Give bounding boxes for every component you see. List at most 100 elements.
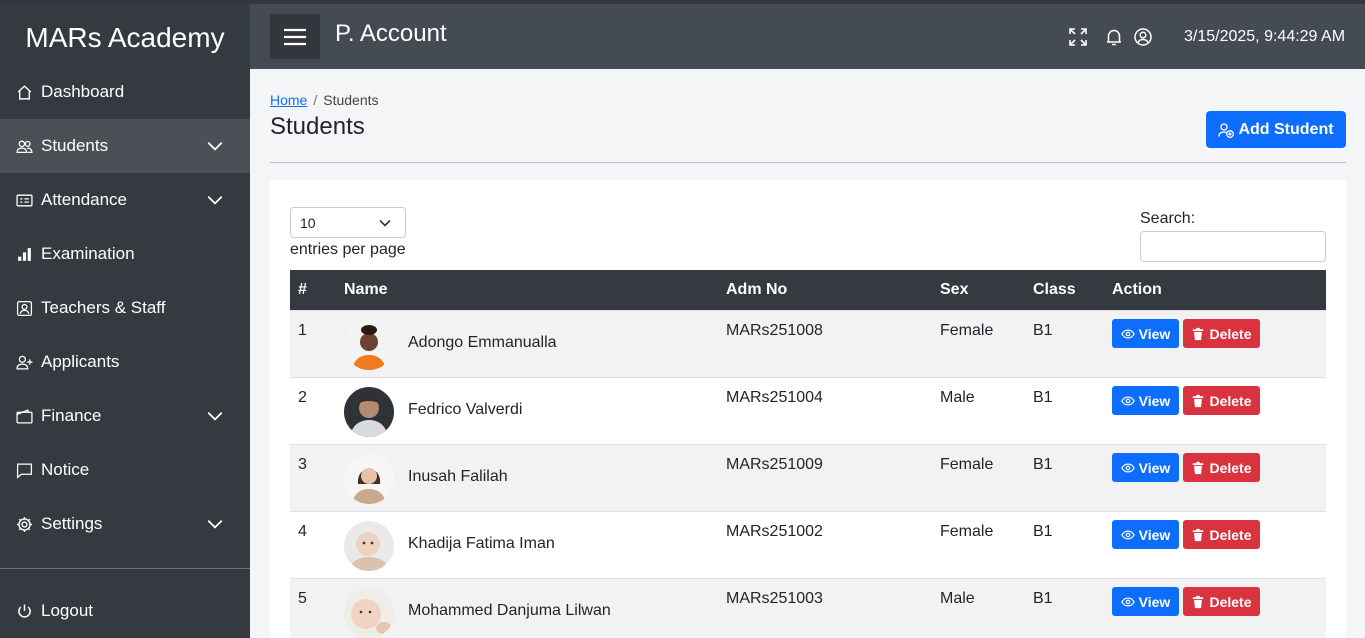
delete-button[interactable]: Delete <box>1183 520 1260 549</box>
sidebar-item-dashboard[interactable]: Dashboard <box>0 65 250 119</box>
admission-number: MARs251003 <box>726 590 823 607</box>
chevron-down-icon <box>207 411 223 421</box>
sidebar-item-label: Finance <box>41 406 102 425</box>
sidebar-item-label: Attendance <box>41 190 128 209</box>
chevron-down-icon <box>207 195 223 205</box>
sidebar-item-applicants[interactable]: Applicants <box>0 335 250 389</box>
hamburger-icon <box>284 28 306 45</box>
eye-icon <box>1120 395 1135 406</box>
row-number: 2 <box>298 389 307 406</box>
trash-icon <box>1193 595 1204 608</box>
student-name: Mohammed Danjuma Lilwan <box>408 602 611 619</box>
sidebar-item-examination[interactable]: Examination <box>0 227 250 281</box>
delete-label: Delete <box>1209 459 1252 476</box>
row-number: 4 <box>298 523 307 540</box>
sidebar-item-notice[interactable]: Notice <box>0 443 250 497</box>
add-student-label: Add Student <box>1238 120 1334 138</box>
sidebar-item-teachers-staff[interactable]: Teachers & Staff <box>0 281 250 335</box>
student-class: B1 <box>1033 523 1053 540</box>
users-icon <box>14 136 34 156</box>
view-button[interactable]: View <box>1112 587 1179 616</box>
student-avatar <box>344 454 394 504</box>
fullscreen-icon[interactable] <box>1068 27 1088 47</box>
logout-button[interactable]: Logout <box>0 584 250 638</box>
delete-label: Delete <box>1209 325 1252 342</box>
column-header-class: Class <box>1033 281 1076 298</box>
student-name: Fedrico Valverdi <box>408 401 523 418</box>
view-button[interactable]: View <box>1112 319 1179 348</box>
menu-toggle-button[interactable] <box>270 14 320 59</box>
delete-button[interactable]: Delete <box>1183 587 1260 616</box>
entries-per-page-select[interactable]: 10 <box>290 207 406 238</box>
delete-label: Delete <box>1209 593 1252 610</box>
delete-button[interactable]: Delete <box>1183 386 1260 415</box>
person-badge-icon <box>14 298 34 318</box>
sidebar-item-label: Notice <box>41 460 90 479</box>
eye-icon <box>1120 596 1135 607</box>
sidebar-item-label: Students <box>41 136 109 155</box>
entries-label: entries per page <box>290 241 406 258</box>
breadcrumb-current: Students <box>323 92 379 108</box>
sidebar-item-attendance[interactable]: Attendance <box>0 173 250 227</box>
trash-icon <box>1193 461 1204 474</box>
breadcrumb-home-link[interactable]: Home <box>270 92 307 108</box>
row-number: 1 <box>298 322 307 339</box>
student-class: B1 <box>1033 456 1053 473</box>
sidebar-item-finance[interactable]: Finance <box>0 389 250 443</box>
table-row: 3 Inusah Falilah MARs251009 Female B1 Vi… <box>290 444 1326 511</box>
add-student-button[interactable]: Add Student <box>1206 111 1346 148</box>
student-sex: Male <box>940 389 975 406</box>
student-avatar <box>344 387 394 437</box>
chevron-down-icon <box>207 141 223 151</box>
bell-icon[interactable] <box>1104 27 1124 47</box>
person-add-icon <box>1218 122 1235 138</box>
view-label: View <box>1138 459 1171 476</box>
delete-button[interactable]: Delete <box>1183 319 1260 348</box>
view-button[interactable]: View <box>1112 520 1179 549</box>
column-header-sex: Sex <box>940 281 969 298</box>
header-title: P. Account <box>335 20 447 47</box>
students-table: # Name Adm No Sex Class Action 1 Adongo … <box>290 270 1326 638</box>
student-name: Inusah Falilah <box>408 468 508 485</box>
view-label: View <box>1138 325 1171 342</box>
admission-number: MARs251008 <box>726 322 823 339</box>
eye-icon <box>1120 462 1135 473</box>
user-circle-icon[interactable] <box>1133 27 1153 47</box>
entries-value: 10 <box>300 215 316 231</box>
admission-number: MARs251002 <box>726 523 823 540</box>
column-header-name: Name <box>344 281 388 298</box>
eye-icon <box>1120 529 1135 540</box>
student-avatar <box>344 320 394 370</box>
sidebar-item-settings[interactable]: Settings <box>0 497 250 551</box>
breadcrumb: Home / Students <box>270 92 379 108</box>
trash-icon <box>1193 528 1204 541</box>
chevron-down-icon <box>379 219 391 227</box>
view-label: View <box>1138 593 1171 610</box>
table-header: # Name Adm No Sex Class Action <box>290 270 1326 310</box>
table-row: 2 Fedrico Valverdi MARs251004 Male B1 Vi… <box>290 377 1326 444</box>
admission-number: MARs251009 <box>726 456 823 473</box>
student-class: B1 <box>1033 322 1053 339</box>
chat-icon <box>14 460 34 480</box>
search-input[interactable] <box>1140 231 1326 262</box>
column-header-adm-no: Adm No <box>726 281 788 298</box>
view-button[interactable]: View <box>1112 453 1179 482</box>
logout-label: Logout <box>41 601 93 620</box>
student-sex: Female <box>940 523 994 540</box>
table-row: 1 Adongo Emmanualla MARs251008 Female B1… <box>290 310 1326 377</box>
student-sex: Female <box>940 322 994 339</box>
admission-number: MARs251004 <box>726 389 823 406</box>
brand-title: MARs Academy <box>25 22 225 53</box>
power-icon <box>14 601 34 621</box>
id-card-icon <box>14 190 34 210</box>
column-header-action: Action <box>1112 281 1162 298</box>
view-button[interactable]: View <box>1112 386 1179 415</box>
title-divider <box>270 162 1346 163</box>
student-class: B1 <box>1033 590 1053 607</box>
wallet-icon <box>14 406 34 426</box>
student-avatar <box>344 521 394 571</box>
sidebar-item-students[interactable]: Students <box>0 119 250 173</box>
delete-button[interactable]: Delete <box>1183 453 1260 482</box>
breadcrumb-separator: / <box>313 92 318 108</box>
student-name: Adongo Emmanualla <box>408 334 557 351</box>
